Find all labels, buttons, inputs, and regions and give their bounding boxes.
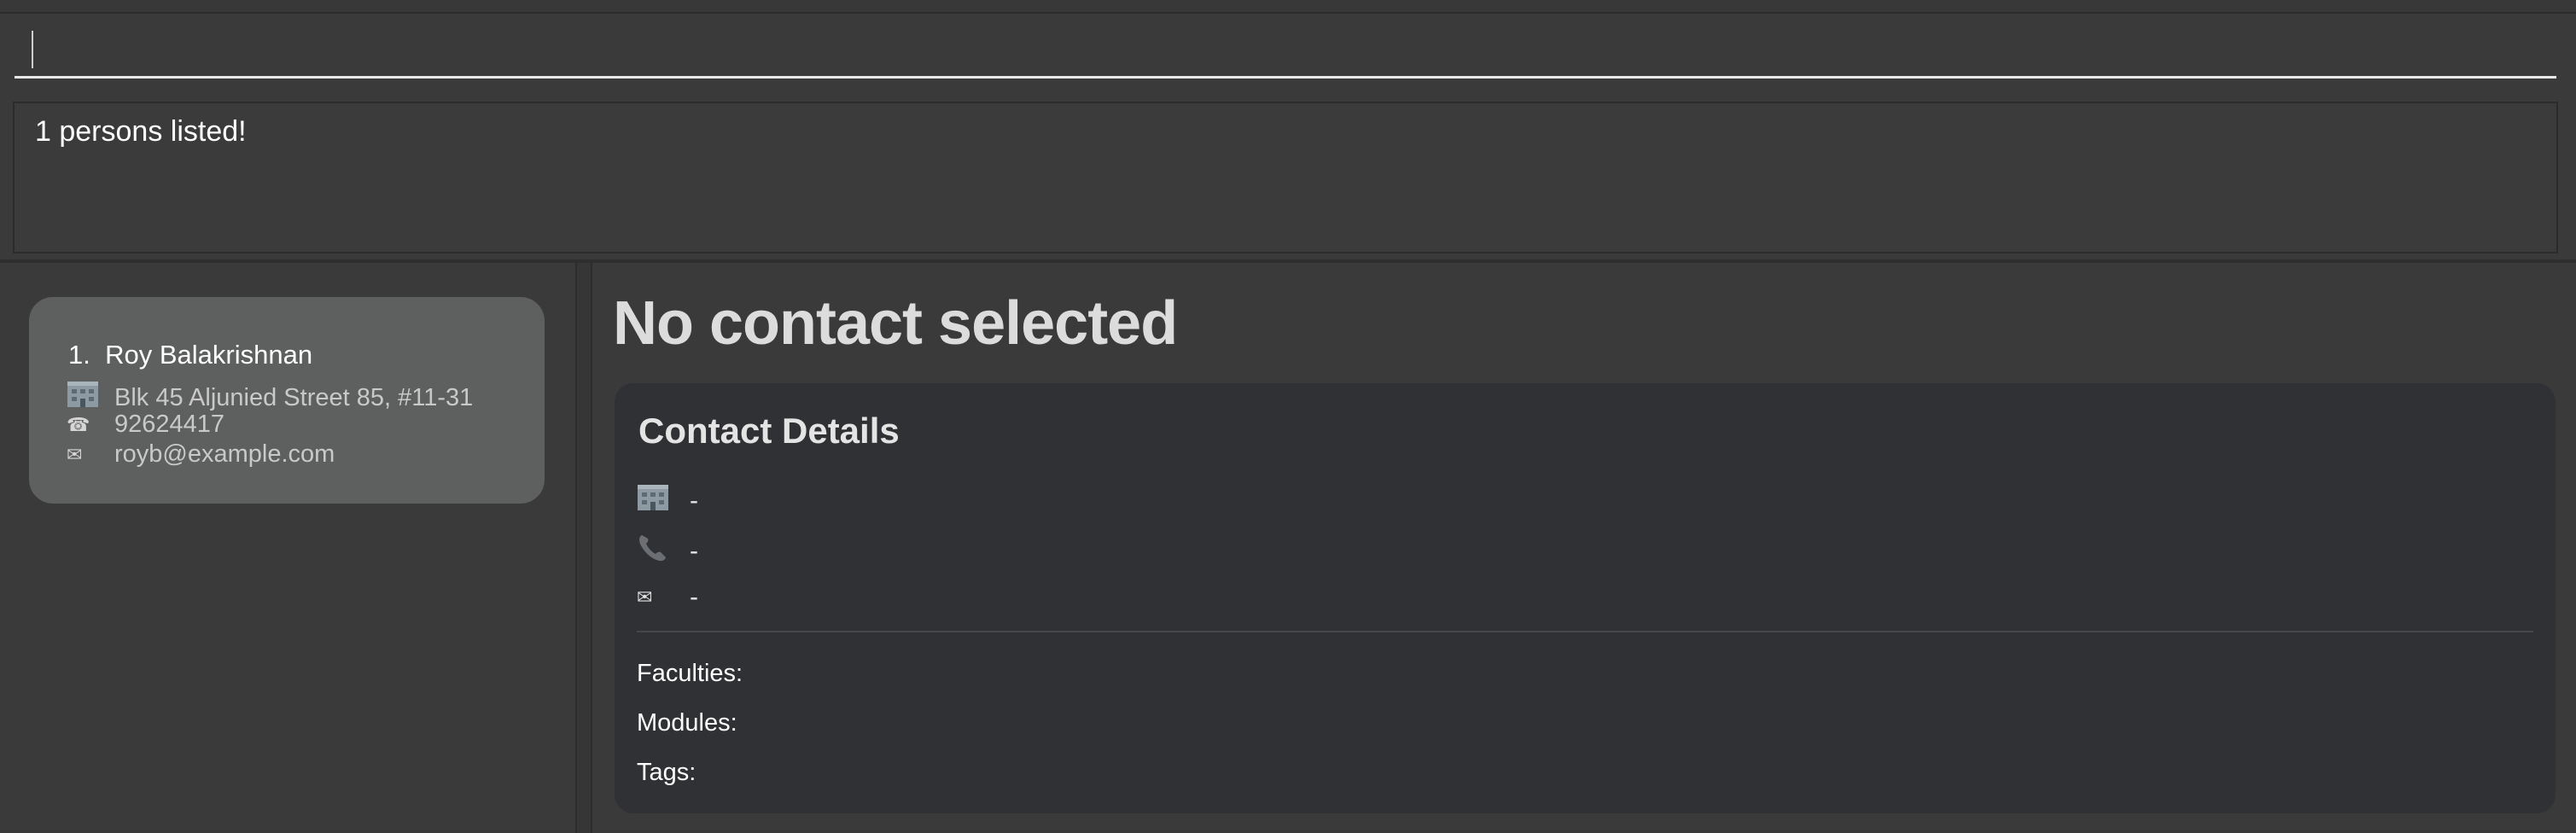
split-divider-vertical[interactable]	[575, 263, 592, 833]
phone-icon	[637, 533, 690, 569]
result-message: 1 persons listed!	[35, 115, 247, 148]
building-icon	[67, 381, 114, 415]
modules-label: Modules:	[637, 709, 737, 737]
text-caret	[32, 31, 33, 68]
person-phone-row: ☎ 92624417	[67, 411, 224, 439]
envelope-icon: ✉	[67, 443, 83, 465]
title-strip	[0, 0, 2576, 14]
person-phone: 92624417	[114, 411, 225, 438]
person-email-row: ✉ royb@example.com	[67, 440, 335, 469]
phone-icon: ☎	[67, 413, 90, 435]
contact-details-heading: Contact Details	[638, 411, 900, 451]
person-address: Blk 45 Aljunied Street 85, #11-31	[114, 383, 474, 411]
person-list-panel[interactable]: 1. Roy Balakrishnan Blk 45 Aljunied Stre…	[0, 263, 575, 833]
detail-address: -	[690, 486, 698, 515]
detail-address-row: -	[637, 484, 698, 518]
person-name-text: Roy Balakrishnan	[105, 340, 313, 370]
building-icon	[637, 484, 690, 518]
person-email: royb@example.com	[114, 440, 335, 468]
details-separator	[637, 631, 2533, 632]
envelope-icon: ✉	[637, 586, 653, 608]
person-address-row: Blk 45 Aljunied Street 85, #11-31	[67, 381, 473, 415]
detail-phone: -	[690, 537, 698, 565]
tags-label: Tags:	[637, 759, 696, 786]
detail-email-row: ✉ -	[637, 583, 698, 612]
detail-phone-row: -	[637, 533, 698, 569]
detail-title: No contact selected	[613, 289, 1178, 358]
command-input[interactable]	[15, 14, 2556, 79]
person-card[interactable]: 1. Roy Balakrishnan Blk 45 Aljunied Stre…	[29, 297, 545, 504]
detail-email: -	[690, 583, 698, 611]
person-index: 1.	[68, 340, 90, 370]
faculties-label: Faculties:	[637, 660, 743, 687]
contact-details-card: Contact Details - - ✉ - Faculties: Modul…	[615, 383, 2556, 813]
contact-detail-panel: No contact selected Contact Details - - …	[592, 263, 2576, 833]
result-display: 1 persons listed!	[13, 102, 2558, 253]
person-name: 1. Roy Balakrishnan	[68, 340, 312, 370]
